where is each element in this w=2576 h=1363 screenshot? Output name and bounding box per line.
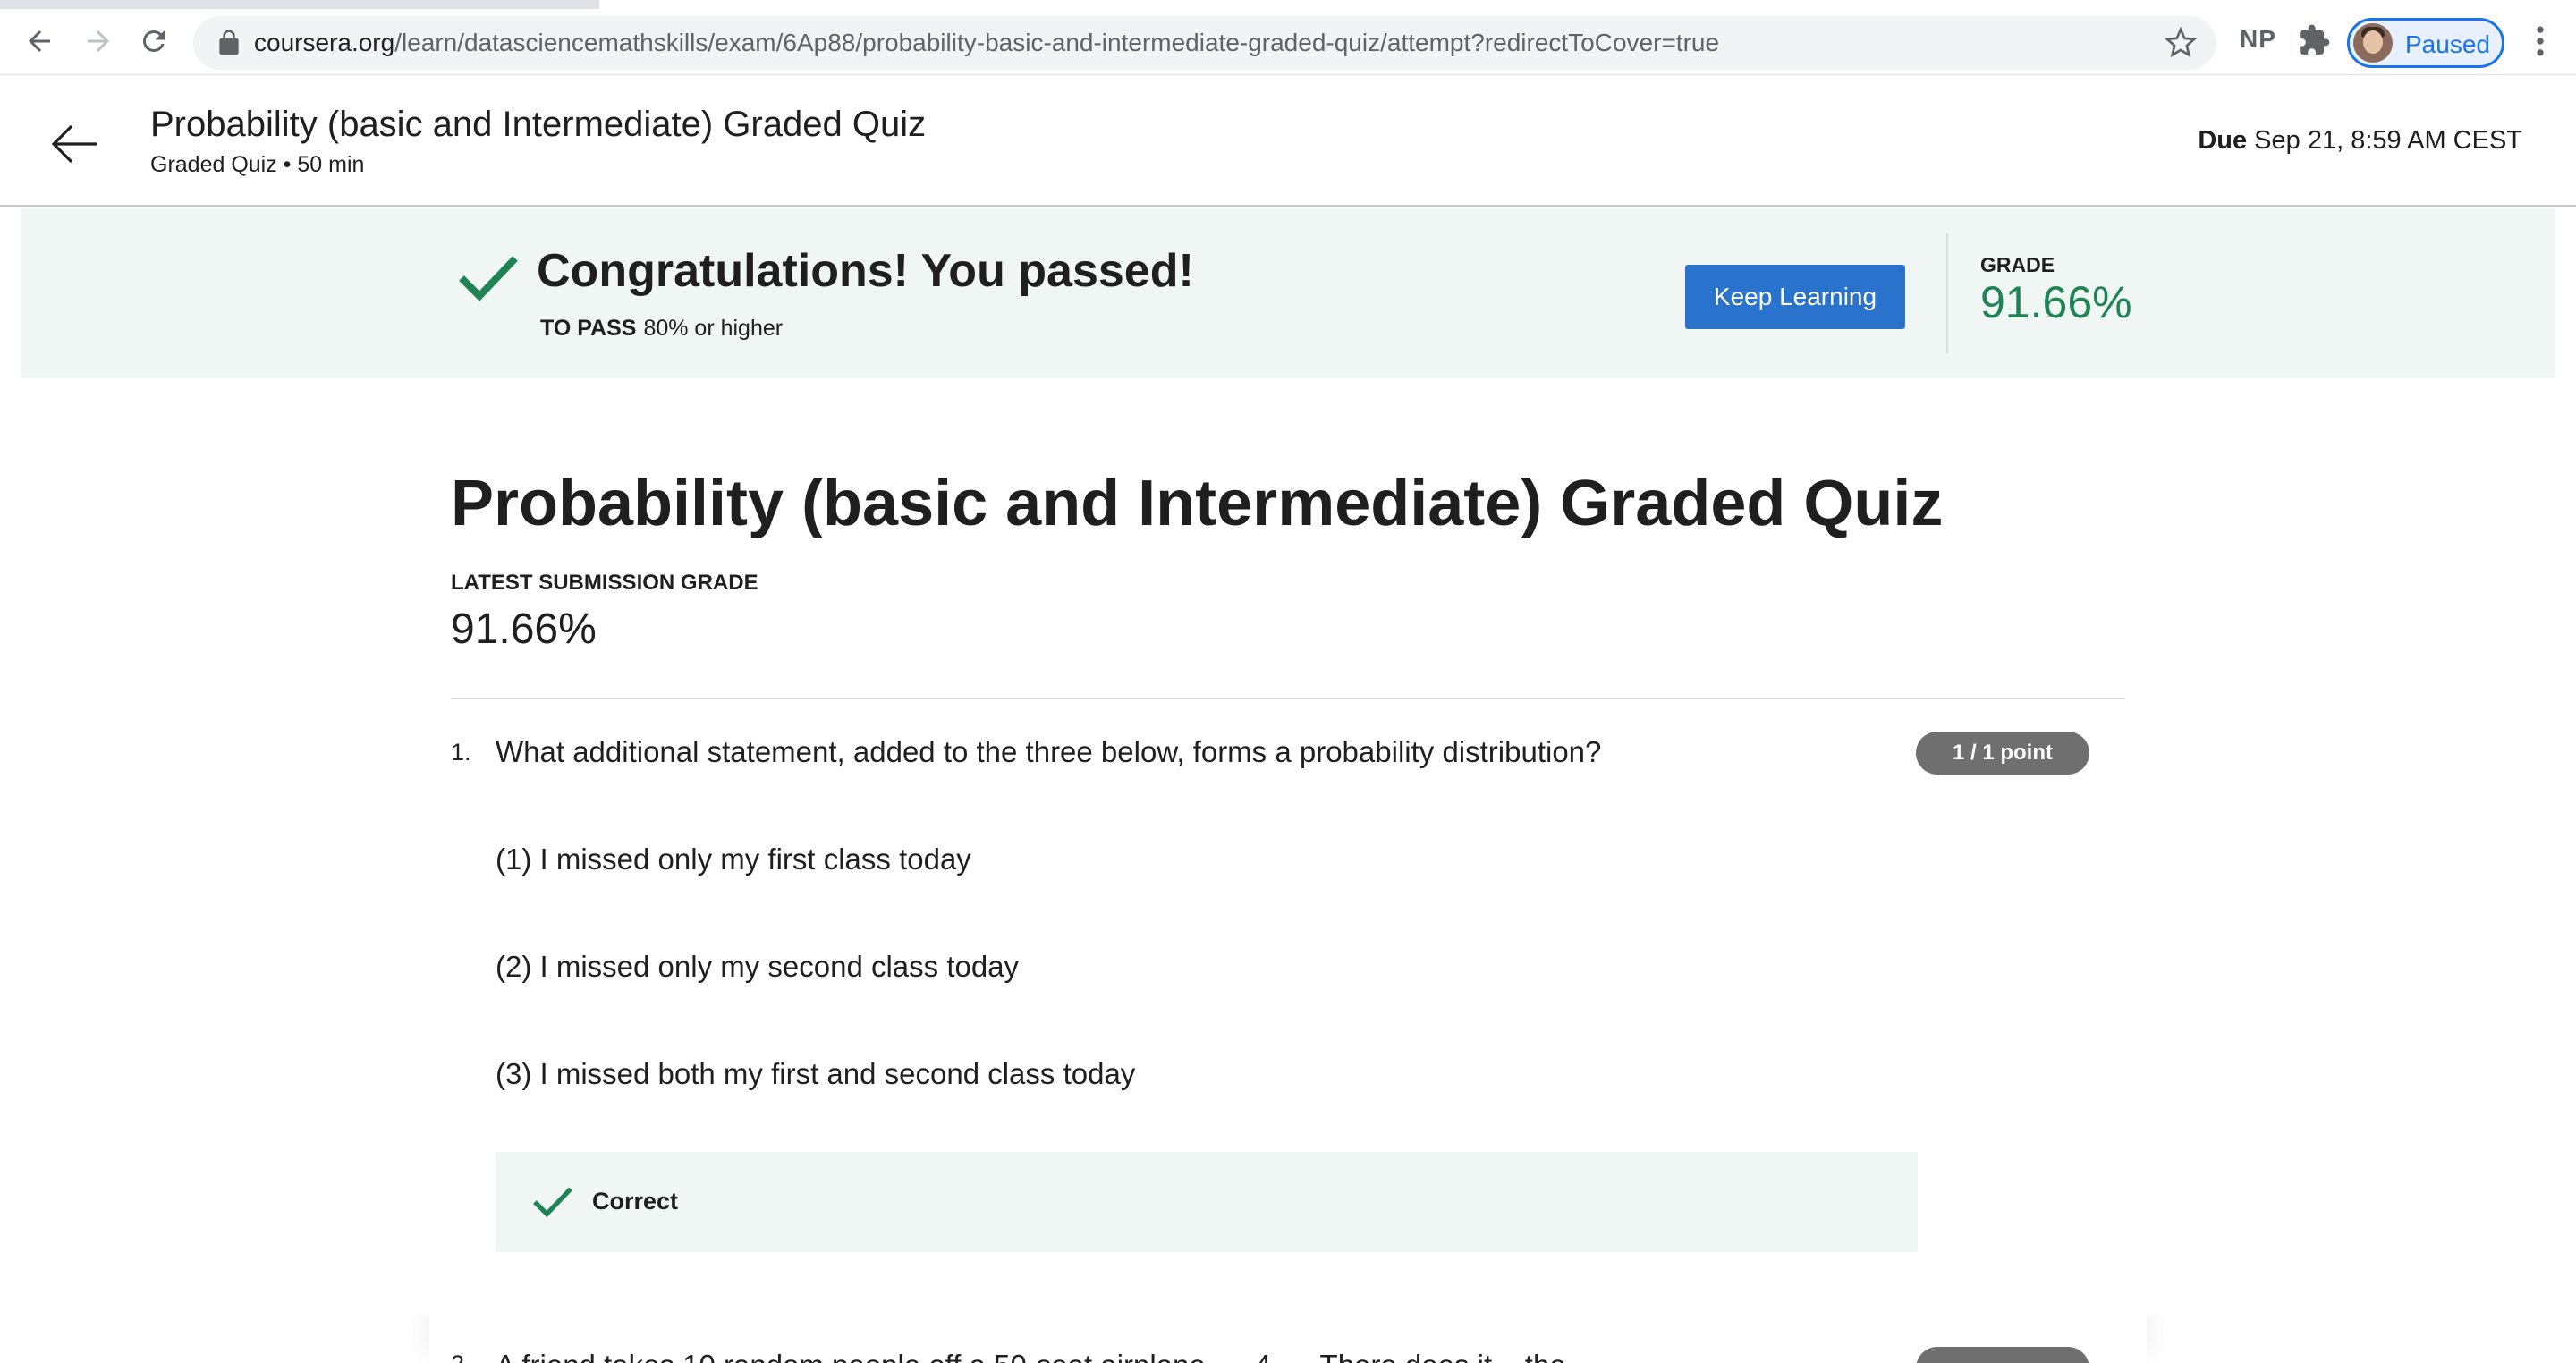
due-date: Due Sep 21, 8:59 AM CEST xyxy=(2198,126,2522,156)
lock-icon[interactable] xyxy=(215,29,243,57)
feedback-box: Correct xyxy=(496,1152,1918,1252)
keep-learning-button[interactable]: Keep Learning xyxy=(1685,265,1905,329)
question-text: What additional statement, added to the … xyxy=(496,735,1602,768)
reload-button[interactable] xyxy=(132,20,175,63)
url-host: coursera.org xyxy=(254,29,395,56)
points-badge xyxy=(1916,1347,2089,1363)
points-badge: 1 / 1 point xyxy=(1916,732,2089,775)
grade-label: GRADE xyxy=(1980,253,2055,276)
star-icon[interactable] xyxy=(2165,27,2197,59)
check-icon xyxy=(533,1187,572,1218)
pass-headline: Congratulations! You passed! xyxy=(537,245,1194,297)
check-icon xyxy=(459,256,518,301)
back-icon xyxy=(29,30,50,52)
to-pass-value: 80% or higher xyxy=(643,316,784,341)
grade-value: 91.66% xyxy=(1980,277,2132,327)
back-button[interactable] xyxy=(18,20,61,63)
profile-button[interactable]: Paused xyxy=(2347,18,2504,68)
browser-toolbar: coursera.org/learn/datasciencemathskills… xyxy=(0,0,2576,75)
latest-grade-value: 91.66% xyxy=(451,605,597,653)
question-2: 2. A friend takes 10 random people off a… xyxy=(0,1315,2576,1363)
header-title: Probability (basic and Intermediate) Gra… xyxy=(150,105,927,144)
statement-1: (1) I missed only my first class today xyxy=(496,842,971,876)
page-title: Probability (basic and Intermediate) Gra… xyxy=(451,468,1944,539)
puzzle-icon[interactable] xyxy=(2297,23,2331,57)
due-value: Sep 21, 8:59 AM CEST xyxy=(2254,126,2522,155)
to-pass-label: TO PASS xyxy=(540,316,637,341)
forward-icon xyxy=(88,30,109,52)
url-text: coursera.org/learn/datasciencemathskills… xyxy=(254,29,1719,57)
statement-2: (2) I missed only my second class today xyxy=(496,950,1020,983)
question-text: A friend takes 10 random people off a 50… xyxy=(496,1349,1891,1363)
extension-np[interactable]: NP xyxy=(2240,25,2276,54)
feedback-label: Correct xyxy=(592,1188,679,1215)
url-path: /learn/datasciencemathskills/exam/6Ap88/… xyxy=(394,29,1720,56)
due-label: Due xyxy=(2198,126,2248,155)
avatar xyxy=(2353,23,2393,63)
divider xyxy=(451,698,2125,699)
back-arrow-icon[interactable] xyxy=(47,115,104,173)
forward-button[interactable] xyxy=(77,20,120,63)
quiz-header: Probability (basic and Intermediate) Gra… xyxy=(0,76,2576,207)
question-number: 1. xyxy=(451,739,471,766)
active-tab[interactable] xyxy=(599,0,2576,9)
kebab-menu-icon[interactable] xyxy=(2524,21,2556,61)
latest-grade-label: LATEST SUBMISSION GRADE xyxy=(451,571,758,595)
statement-3: (3) I missed both my first and second cl… xyxy=(496,1057,1136,1090)
to-pass: TO PASS 80% or higher xyxy=(540,316,783,342)
tab-strip xyxy=(0,0,2576,9)
divider xyxy=(1946,233,1948,353)
profile-label: Paused xyxy=(2405,30,2490,58)
header-subtitle: Graded Quiz • 50 min xyxy=(150,152,365,177)
pass-banner: Congratulations! You passed! TO PASS 80% … xyxy=(21,208,2555,378)
address-bar[interactable]: coursera.org/learn/datasciencemathskills… xyxy=(193,16,2216,70)
question-number: 2. xyxy=(451,1350,471,1363)
reload-icon xyxy=(142,30,165,52)
